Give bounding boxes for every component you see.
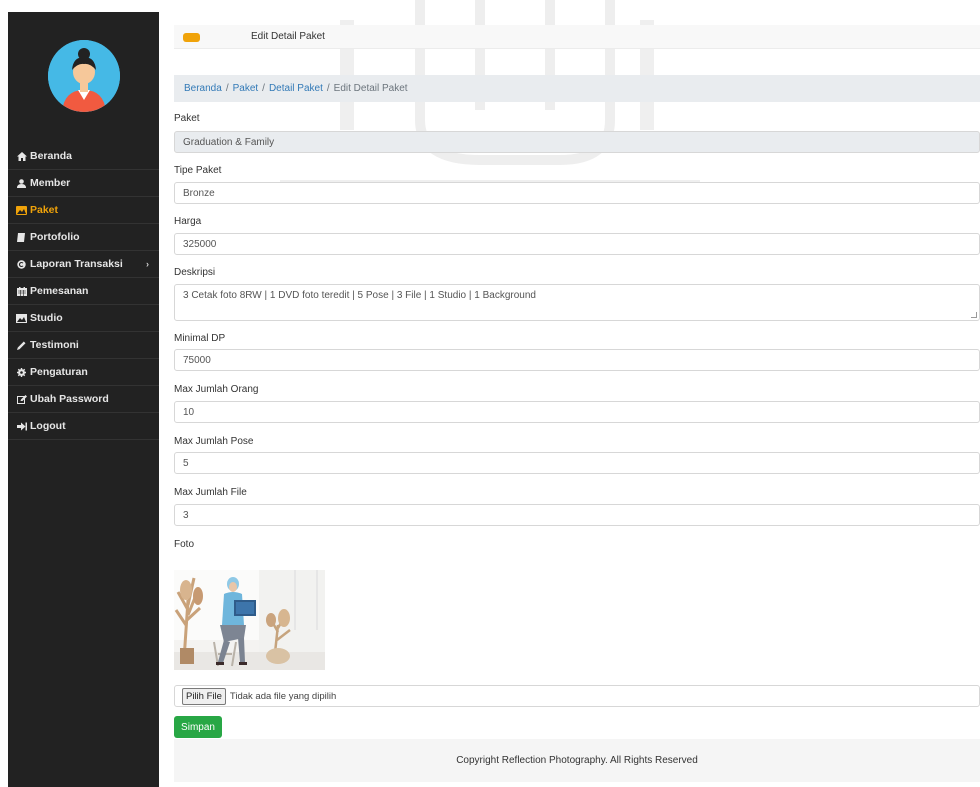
minimal-dp-input[interactable]: 75000 xyxy=(174,349,980,371)
photo-icon xyxy=(16,313,27,323)
breadcrumb-separator: / xyxy=(225,83,229,94)
copyright-text: Copyright Reflection Photography. All Ri… xyxy=(456,755,698,766)
paket-label: Paket xyxy=(174,113,200,124)
max-file-input[interactable]: 3 xyxy=(174,504,980,526)
max-orang-label: Max Jumlah Orang xyxy=(174,384,259,395)
sidebar-item-paket[interactable]: Paket xyxy=(8,197,159,224)
breadcrumb: Beranda / Paket / Detail Paket / Edit De… xyxy=(174,75,980,102)
sidebar-item-laporan-transaksi[interactable]: Laporan Transaksi › xyxy=(8,251,159,278)
max-orang-input[interactable]: 10 xyxy=(174,401,980,423)
sidebar-item-beranda[interactable]: Beranda xyxy=(8,143,159,170)
breadcrumb-paket[interactable]: Paket xyxy=(233,83,259,94)
sidebar-item-pengaturan[interactable]: Pengaturan xyxy=(8,359,159,386)
harga-input[interactable]: 325000 xyxy=(174,233,980,255)
paket-field: Graduation & Family xyxy=(174,131,980,153)
deskripsi-text: 3 Cetak foto 8RW | 1 DVD foto teredit | … xyxy=(183,290,536,301)
max-pose-label: Max Jumlah Pose xyxy=(174,436,254,447)
sidebar-item-logout[interactable]: Logout xyxy=(8,413,159,440)
max-pose-input[interactable]: 5 xyxy=(174,452,980,474)
file-status-text: Tidak ada file yang dipilih xyxy=(229,690,337,702)
sidebar-item-label: Pengaturan xyxy=(30,366,88,378)
book-icon xyxy=(16,232,27,242)
pencil-icon xyxy=(16,341,27,350)
image-icon xyxy=(16,205,27,215)
choose-file-button[interactable]: Pilih File xyxy=(182,687,226,705)
sidebar-item-portofolio[interactable]: Portofolio xyxy=(8,224,159,251)
chevron-right-icon: › xyxy=(146,259,149,269)
breadcrumb-separator: / xyxy=(326,83,330,94)
top-navbar: Edit Detail Paket xyxy=(174,25,980,49)
sidebar-item-label: Studio xyxy=(30,312,63,324)
file-input[interactable]: Pilih File Tidak ada file yang dipilih xyxy=(174,685,980,707)
save-button[interactable]: Simpan xyxy=(174,716,222,738)
breadcrumb-separator: / xyxy=(262,83,265,94)
tipe-paket-input[interactable]: Bronze xyxy=(174,182,980,204)
sidebar-item-label: Portofolio xyxy=(30,231,80,243)
tipe-paket-label: Tipe Paket xyxy=(174,165,222,176)
deskripsi-textarea[interactable]: 3 Cetak foto 8RW | 1 DVD foto teredit | … xyxy=(174,284,980,321)
resize-handle-icon[interactable] xyxy=(971,312,977,318)
max-file-label: Max Jumlah File xyxy=(174,487,247,498)
sidebar-item-label: Testimoni xyxy=(30,339,79,351)
sidebar-item-label: Logout xyxy=(30,420,66,432)
calendar-icon xyxy=(16,286,27,296)
breadcrumb-detail-paket[interactable]: Detail Paket xyxy=(269,83,323,94)
sidebar-item-studio[interactable]: Studio xyxy=(8,305,159,332)
page-title: Edit Detail Paket xyxy=(251,31,325,42)
sidebar-toggle-button[interactable] xyxy=(183,33,200,42)
harga-label: Harga xyxy=(174,216,202,227)
sidebar-item-label: Beranda xyxy=(30,150,73,162)
sidebar-item-label: Ubah Password xyxy=(30,393,109,405)
edit-icon xyxy=(16,394,27,404)
sidebar-item-label: Member xyxy=(30,177,71,189)
sidebar-item-label: Pemesanan xyxy=(30,285,89,297)
deskripsi-label: Deskripsi xyxy=(174,267,216,278)
package-photo xyxy=(174,570,325,670)
logout-icon xyxy=(16,422,27,431)
gear-icon xyxy=(16,367,27,377)
foto-label: Foto xyxy=(174,539,195,550)
breadcrumb-beranda[interactable]: Beranda xyxy=(184,83,222,94)
home-icon xyxy=(16,151,27,161)
user-avatar xyxy=(48,40,120,112)
sidebar-item-ubah-password[interactable]: Ubah Password xyxy=(8,386,159,413)
sidebar-item-member[interactable]: Member xyxy=(8,170,159,197)
sidebar: Beranda Member Paket Portofolio Laporan … xyxy=(8,12,159,787)
app-root: Beranda Member Paket Portofolio Laporan … xyxy=(0,0,980,787)
sidebar-item-testimoni[interactable]: Testimoni xyxy=(8,332,159,359)
minimal-dp-label: Minimal DP xyxy=(174,333,226,344)
copyright-icon xyxy=(16,259,27,269)
sidebar-nav: Beranda Member Paket Portofolio Laporan … xyxy=(8,143,159,440)
sidebar-item-label: Laporan Transaksi xyxy=(30,258,123,270)
sidebar-item-pemesanan[interactable]: Pemesanan xyxy=(8,278,159,305)
footer: Copyright Reflection Photography. All Ri… xyxy=(174,739,980,782)
breadcrumb-current: Edit Detail Paket xyxy=(333,83,408,94)
sidebar-item-label: Paket xyxy=(30,204,59,216)
user-icon xyxy=(16,178,27,188)
